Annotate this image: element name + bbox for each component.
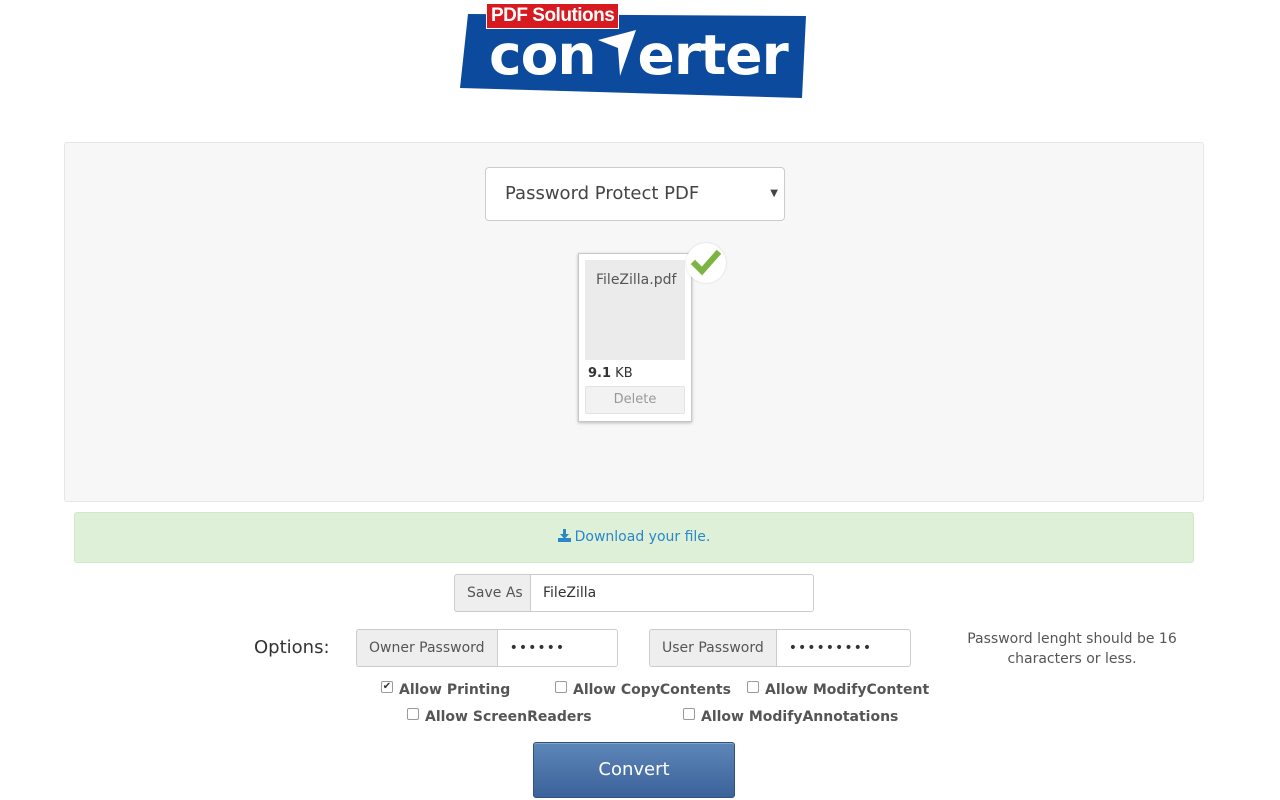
allow-modifycontent-option[interactable]: Allow ModifyContent — [747, 681, 930, 698]
check-icon — [690, 249, 722, 276]
password-length-note: Password lenght should be 16 characters … — [967, 631, 1177, 667]
logo-v-arrow-icon — [597, 30, 636, 76]
allow-printing-label: Allow Printing — [399, 682, 511, 698]
converter-logo: PDF Solutions con erter — [458, 2, 810, 100]
allow-modifycontent-label: Allow ModifyContent — [765, 682, 930, 698]
file-size: 9.1 KB — [588, 366, 633, 381]
file-card: FileZilla.pdf 9.1 KB Delete — [578, 253, 692, 422]
save-as-label: Save As — [454, 574, 530, 612]
logo-wordmark: con erter — [489, 20, 789, 90]
allow-copycontents-label: Allow CopyContents — [573, 682, 731, 698]
user-password-group: User Password ••••••••• — [649, 629, 911, 667]
user-password-label: User Password — [649, 629, 776, 667]
upload-success-badge — [686, 243, 726, 283]
file-size-unit: KB — [615, 366, 633, 381]
owner-password-label: Owner Password — [356, 629, 497, 667]
download-link-label: Download your file. — [574, 529, 711, 545]
allow-modifyannotations-label: Allow ModifyAnnotations — [701, 709, 899, 725]
file-thumbnail: FileZilla.pdf — [585, 260, 685, 360]
delete-file-button[interactable]: Delete — [585, 386, 685, 414]
allow-modifyannotations-option[interactable]: Allow ModifyAnnotations — [683, 708, 899, 725]
dropdown-arrow-icon: ▼ — [770, 188, 778, 199]
logo-word-prefix: con — [489, 23, 597, 87]
download-icon — [557, 529, 571, 542]
file-name: FileZilla.pdf — [596, 272, 677, 288]
conversion-type-select[interactable]: Password Protect PDF ▼ — [485, 167, 785, 221]
allow-printing-option[interactable]: ✔ Allow Printing — [381, 681, 511, 698]
allow-modifyannotations-checkbox[interactable] — [683, 708, 695, 720]
convert-button[interactable]: Convert — [533, 742, 735, 798]
allow-screenreaders-label: Allow ScreenReaders — [425, 709, 592, 725]
file-size-value: 9.1 — [588, 366, 612, 381]
conversion-type-value: Password Protect PDF — [505, 183, 700, 204]
owner-password-input[interactable]: •••••• — [496, 629, 618, 667]
download-alert: Download your file. — [74, 512, 1194, 563]
user-password-input[interactable]: ••••••••• — [775, 629, 911, 667]
allow-modifycontent-checkbox[interactable] — [747, 681, 759, 693]
allow-copycontents-checkbox[interactable] — [555, 681, 567, 693]
logo-word-suffix: erter — [637, 23, 789, 87]
options-label: Options: — [254, 637, 330, 658]
upload-panel: Password Protect PDF ▼ FileZilla.pdf 9.1… — [64, 142, 1204, 502]
download-link[interactable]: Download your file. — [557, 529, 711, 545]
owner-password-group: Owner Password •••••• — [356, 629, 618, 667]
allow-printing-checkbox[interactable]: ✔ — [381, 681, 393, 693]
save-as-input[interactable]: FileZilla — [530, 574, 814, 612]
allow-screenreaders-option[interactable]: Allow ScreenReaders — [407, 708, 592, 725]
allow-screenreaders-checkbox[interactable] — [407, 708, 419, 720]
save-as-group: Save As FileZilla — [454, 574, 814, 612]
allow-copycontents-option[interactable]: Allow CopyContents — [555, 681, 731, 698]
